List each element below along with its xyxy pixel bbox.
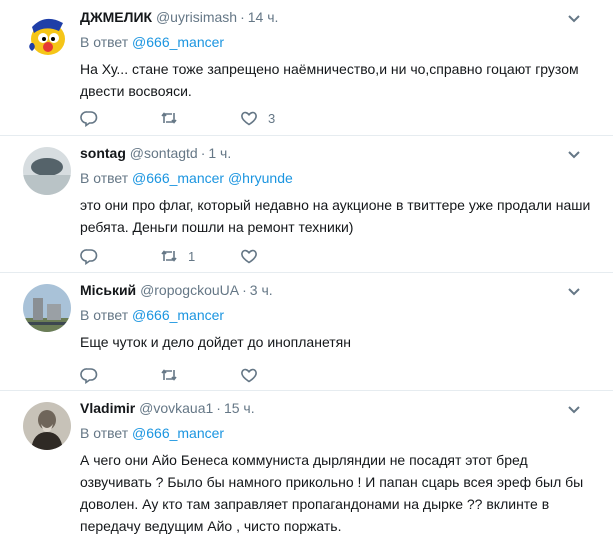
reply-prefix: В ответ [80,307,129,323]
mention-link[interactable]: @666_mancer [132,170,224,186]
retweet-button[interactable] [160,365,188,385]
mention-link[interactable]: @666_mancer [132,425,224,441]
reply-context: В ответ @666_mancer [80,306,597,324]
retweet-icon [161,250,177,262]
author-name[interactable]: sontag [80,145,126,161]
tweet-text: Еще чуток и дело дойдет до инопланетян [80,334,351,350]
mention-link[interactable]: @hryunde [228,170,293,186]
retweet-icon [161,112,177,124]
retweet-button[interactable] [160,108,188,128]
separator-dot: · [242,282,247,298]
like-button[interactable] [240,246,268,266]
chevron-down-icon[interactable] [567,148,581,162]
tweet-time[interactable]: 3 ч. [250,282,273,298]
reply-prefix: В ответ [80,34,129,50]
separator-dot: · [240,9,245,25]
like-button[interactable] [240,365,268,385]
reply-icon [80,111,98,127]
tweet-text: это они про флаг, который недавно на аук… [80,197,591,235]
retweet-button[interactable]: 1 [160,246,195,266]
tweet-time[interactable]: 1 ч. [208,145,231,161]
chevron-down-icon[interactable] [567,12,581,26]
avatar[interactable] [23,147,71,195]
mention-link[interactable]: @666_mancer [132,307,224,323]
avatar[interactable] [23,284,71,332]
tweet-text: А чего они Айо Бенеса коммуниста дырлянд… [80,452,584,534]
reply-button[interactable] [80,108,108,128]
author-name[interactable]: Міський [80,282,136,298]
retweet-count: 1 [188,248,196,264]
heart-icon [241,111,257,126]
reply-prefix: В ответ [80,170,129,186]
tweet[interactable]: Vladimir @vovkaua1 · 15 ч. В ответ @666_ma… [0,391,613,534]
reply-prefix: В ответ [80,425,129,441]
chevron-down-icon[interactable] [567,285,581,299]
tweet[interactable]: Міський @ropogckouUA · 3 ч. В ответ @666_m… [0,273,613,391]
heart-icon [241,368,257,383]
avatar[interactable] [23,402,71,450]
author-handle[interactable]: @uyrisimash [156,9,237,25]
tweet[interactable]: ДЖМЕЛИК @uyrisimash · 14 ч. В ответ @666_m… [0,0,613,136]
mention-link[interactable]: @666_mancer [132,34,224,50]
separator-dot: · [200,145,206,161]
reply-icon [80,368,98,384]
tweet-text: На Ху... стане тоже запрещено наёмничест… [80,61,579,99]
reply-context: В ответ @666_mancer [80,424,597,442]
tweet-time[interactable]: 14 ч. [248,9,279,25]
reply-button[interactable] [80,246,108,266]
retweet-icon [161,369,177,381]
reply-button[interactable] [80,365,108,385]
like-count: 3 [268,110,276,126]
tweet[interactable]: sontag @sontagtd · 1 ч. В ответ @666_mance… [0,136,613,273]
tweet-time[interactable]: 15 ч. [224,400,255,416]
separator-dot: · [216,400,221,416]
reply-context: В ответ @666_mancer @hryunde [80,169,597,187]
reply-icon [80,249,98,265]
author-handle[interactable]: @ropogckouUA [140,282,239,298]
author-handle[interactable]: @sontagtd [130,145,198,161]
avatar[interactable] [23,11,71,59]
chevron-down-icon[interactable] [567,403,581,417]
author-handle[interactable]: @vovkaua1 [139,400,213,416]
reply-context: В ответ @666_mancer [80,33,597,51]
like-button[interactable]: 3 [240,108,275,128]
author-name[interactable]: Vladimir [80,400,135,416]
author-name[interactable]: ДЖМЕЛИК [80,9,152,25]
heart-icon [241,249,257,264]
